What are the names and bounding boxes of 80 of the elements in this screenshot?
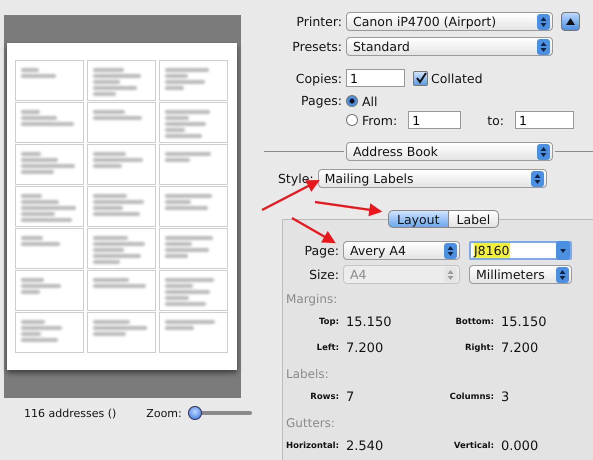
dropdown-icon (556, 241, 570, 260)
page-range-radio[interactable]: From: 1 to: 1 (346, 111, 574, 129)
field-label: Right: (464, 343, 494, 353)
style-label: Style: (278, 171, 314, 186)
field-label: Left: (316, 343, 339, 353)
blurred-address-drawing (92, 193, 145, 217)
stepper-icon (556, 266, 569, 282)
pages-label: Pages: (300, 93, 342, 108)
blurred-address-drawing (20, 151, 76, 175)
stepper-icon (444, 266, 457, 282)
blurred-address-drawing (20, 235, 61, 247)
blurred-address-drawing (92, 67, 142, 97)
field-label: Horizontal: (284, 441, 339, 451)
address-count: 116 addresses () (24, 406, 116, 420)
blurred-address-drawing (92, 319, 148, 337)
blurred-address-drawing (164, 151, 212, 163)
field-value: 3 (501, 390, 510, 404)
blurred-address-drawing (164, 319, 216, 331)
tab[interactable]: Label (448, 210, 500, 228)
radio-button[interactable] (346, 95, 358, 107)
copies-field[interactable]: 1 (346, 69, 405, 87)
zoom-slider[interactable] (188, 406, 252, 420)
checkbox[interactable] (413, 70, 428, 86)
presets-popup[interactable]: Standard (346, 37, 553, 56)
blurred-address-drawing (92, 277, 147, 289)
radio-button[interactable] (346, 114, 358, 126)
blurred-address-drawing (20, 109, 75, 127)
to-field[interactable]: 1 (514, 111, 574, 129)
field-value: 15.150 (346, 314, 392, 330)
field-value: 7.200 (501, 340, 540, 356)
slider-thumb[interactable] (188, 406, 202, 420)
group-title: Labels: (285, 366, 330, 383)
page-range-radio[interactable]: All (346, 93, 574, 109)
blurred-address-drawing (20, 319, 63, 343)
field-label: Rows: (309, 392, 339, 402)
blurred-address-drawing (164, 67, 210, 91)
page-label: Page: (304, 243, 339, 258)
field-label: Bottom: (454, 317, 494, 327)
blurred-address-drawing (92, 109, 143, 121)
stepper-icon (537, 38, 550, 54)
from-field[interactable]: 1 (408, 111, 462, 129)
field-value: 2.540 (346, 438, 384, 454)
stepper-icon (444, 242, 457, 258)
size-label: Size: (308, 267, 339, 282)
printer-label: Printer: (295, 14, 342, 29)
field-label: Vertical: (452, 441, 494, 451)
section-popup[interactable]: Address Book (346, 142, 553, 161)
stepper-icon (537, 14, 550, 30)
collapse-button[interactable] (561, 12, 580, 31)
style-popup[interactable]: Mailing Labels (318, 169, 547, 188)
collated-checkbox[interactable]: Collated (413, 70, 483, 86)
stepper-icon (530, 170, 544, 186)
blurred-address-drawing (164, 277, 215, 307)
blurred-address-drawing (164, 235, 214, 259)
blurred-address-drawing (164, 193, 213, 211)
field-value: 0.000 (501, 438, 540, 454)
group-title: Gutters: (285, 415, 336, 432)
product-combo-box[interactable]: J8160 (469, 241, 572, 260)
up-triangle-icon (566, 18, 575, 25)
presets-label: Presets: (291, 39, 342, 54)
zoom-label: Zoom: (146, 406, 182, 420)
to-label: to: (487, 112, 504, 128)
blurred-address-drawing (20, 277, 62, 295)
field-label: Top: (318, 317, 339, 327)
blurred-address-drawing (92, 151, 144, 169)
copies-label: Copies: (294, 70, 342, 86)
field-value: 15.150 (501, 314, 548, 330)
blurred-address-drawing (20, 67, 57, 79)
tab[interactable]: Layout (388, 210, 448, 228)
blurred-address-drawing (92, 235, 146, 265)
group-title: Margins: (285, 291, 338, 308)
printer-popup[interactable]: Canon iP4700 (Airport) (346, 12, 553, 31)
checkmark-icon (414, 72, 426, 84)
blurred-address-drawing (164, 109, 211, 139)
stepper-icon (537, 144, 550, 160)
field-value: 7.200 (346, 340, 384, 356)
blurred-address-drawing (20, 193, 77, 223)
page-popup[interactable]: Avery A4 (343, 241, 460, 260)
field-value: 7 (346, 390, 356, 404)
field-label: Columns: (448, 392, 494, 402)
